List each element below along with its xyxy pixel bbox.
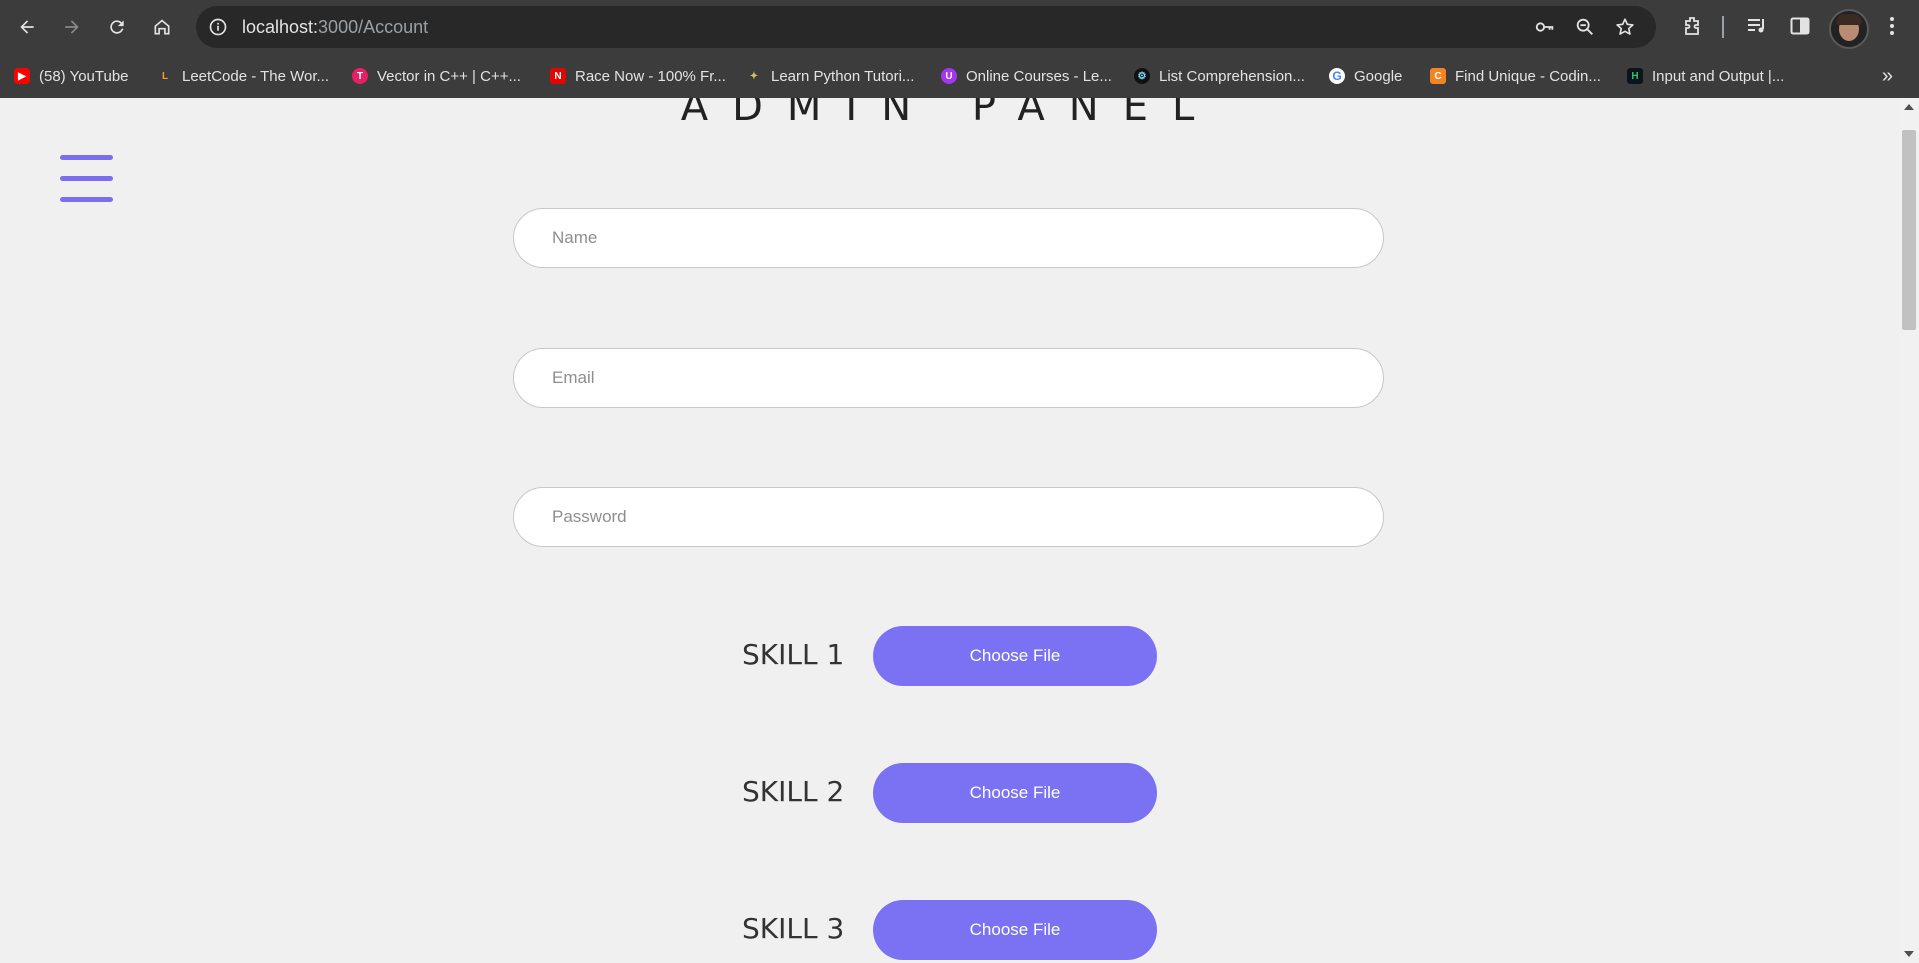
name-input[interactable]: [514, 209, 1383, 267]
bookmark-item[interactable]: T Vector in C++ | C++...: [352, 65, 521, 87]
email-input[interactable]: [514, 349, 1383, 407]
skill-1-choose-file-button[interactable]: Choose File: [873, 626, 1157, 686]
leetcode-icon: L: [161, 70, 169, 82]
skill-3-label: SKILL 3: [742, 912, 845, 945]
page-scrollbar[interactable]: [1899, 98, 1919, 963]
bookmark-label: Google: [1354, 67, 1403, 85]
menu-kebab-icon[interactable]: [1880, 14, 1904, 38]
bookmark-item[interactable]: U Online Courses - Le...: [941, 65, 1112, 87]
url-text: localhost:3000/Account: [242, 17, 428, 38]
bookmark-label: Race Now - 100% Fr...: [575, 67, 726, 85]
udemy-icon: U: [941, 68, 957, 84]
scrollbar-thumb[interactable]: [1902, 130, 1916, 330]
name-field[interactable]: [513, 208, 1384, 268]
race-now-icon: N: [550, 68, 566, 84]
forward-icon[interactable]: [55, 10, 89, 44]
hackerrank-icon: H: [1627, 68, 1643, 84]
bookmark-item[interactable]: ⚙ List Comprehension...: [1134, 65, 1305, 87]
bookmark-label: Learn Python Tutori...: [771, 67, 915, 85]
bookmark-label: (58) YouTube: [39, 67, 129, 85]
bookmark-item[interactable]: N Race Now - 100% Fr...: [550, 65, 726, 87]
skill-1-label: SKILL 1: [742, 638, 845, 671]
more-bookmarks-chevron-icon[interactable]: »: [1882, 65, 1893, 88]
vector-site-icon: T: [352, 68, 368, 84]
password-key-icon[interactable]: [1534, 16, 1556, 38]
youtube-icon: ▶: [14, 68, 30, 84]
bookmark-item[interactable]: H Input and Output |...: [1627, 65, 1784, 87]
home-icon[interactable]: [145, 10, 179, 44]
password-field[interactable]: [513, 487, 1384, 547]
scroll-up-arrow-icon[interactable]: [1904, 104, 1914, 110]
zoom-icon[interactable]: [1574, 16, 1596, 38]
back-icon[interactable]: [10, 10, 44, 44]
bookmark-label: LeetCode - The Wor...: [182, 67, 330, 85]
site-info-icon[interactable]: [208, 17, 228, 37]
scroll-down-arrow-icon[interactable]: [1904, 951, 1914, 957]
email-field[interactable]: [513, 348, 1384, 408]
password-input[interactable]: [514, 488, 1383, 546]
bookmark-label: Vector in C++ | C++...: [377, 67, 521, 85]
page-title: ADMIN PANEL: [680, 98, 1219, 130]
bookmark-star-icon[interactable]: [1614, 16, 1636, 38]
python-tutorial-icon: ✦: [749, 70, 759, 82]
bookmark-item[interactable]: G Google: [1329, 65, 1402, 87]
bookmark-label: Online Courses - Le...: [966, 67, 1112, 85]
profile-avatar[interactable]: [1829, 9, 1869, 49]
url-path: 3000/Account: [318, 17, 429, 37]
coding-ninjas-icon: C: [1430, 68, 1446, 84]
address-bar[interactable]: localhost:3000/Account: [196, 6, 1656, 48]
toolbar-divider: [1722, 16, 1724, 38]
bookmark-label: Input and Output |...: [1652, 67, 1785, 85]
list-comprehension-icon: ⚙: [1134, 68, 1150, 84]
bookmark-item[interactable]: L LeetCode - The Wor...: [157, 65, 329, 87]
hamburger-menu-icon[interactable]: [60, 155, 113, 204]
skill-2-choose-file-button[interactable]: Choose File: [873, 763, 1157, 823]
skill-2-label: SKILL 2: [742, 775, 845, 808]
bookmark-item[interactable]: ▶ (58) YouTube: [14, 65, 129, 87]
bookmark-label: Find Unique - Codin...: [1455, 67, 1601, 85]
extensions-icon[interactable]: [1680, 14, 1704, 38]
media-control-icon[interactable]: [1745, 14, 1769, 38]
page-viewport: ADMIN PANEL SKILL 1 Choose File SKILL 2 …: [0, 98, 1899, 963]
google-icon: G: [1329, 68, 1345, 84]
url-host: localhost:: [242, 17, 319, 37]
reload-icon[interactable]: [100, 10, 134, 44]
bookmarks-bar: ▶ (58) YouTube L LeetCode - The Wor... T…: [0, 54, 1919, 98]
browser-toolbar: localhost:3000/Account: [0, 0, 1919, 54]
side-panel-icon[interactable]: [1788, 14, 1812, 38]
skill-3-choose-file-button[interactable]: Choose File: [873, 900, 1157, 960]
bookmark-label: List Comprehension...: [1159, 67, 1305, 85]
bookmark-item[interactable]: C Find Unique - Codin...: [1430, 65, 1601, 87]
bookmark-item[interactable]: ✦ Learn Python Tutori...: [746, 65, 915, 87]
